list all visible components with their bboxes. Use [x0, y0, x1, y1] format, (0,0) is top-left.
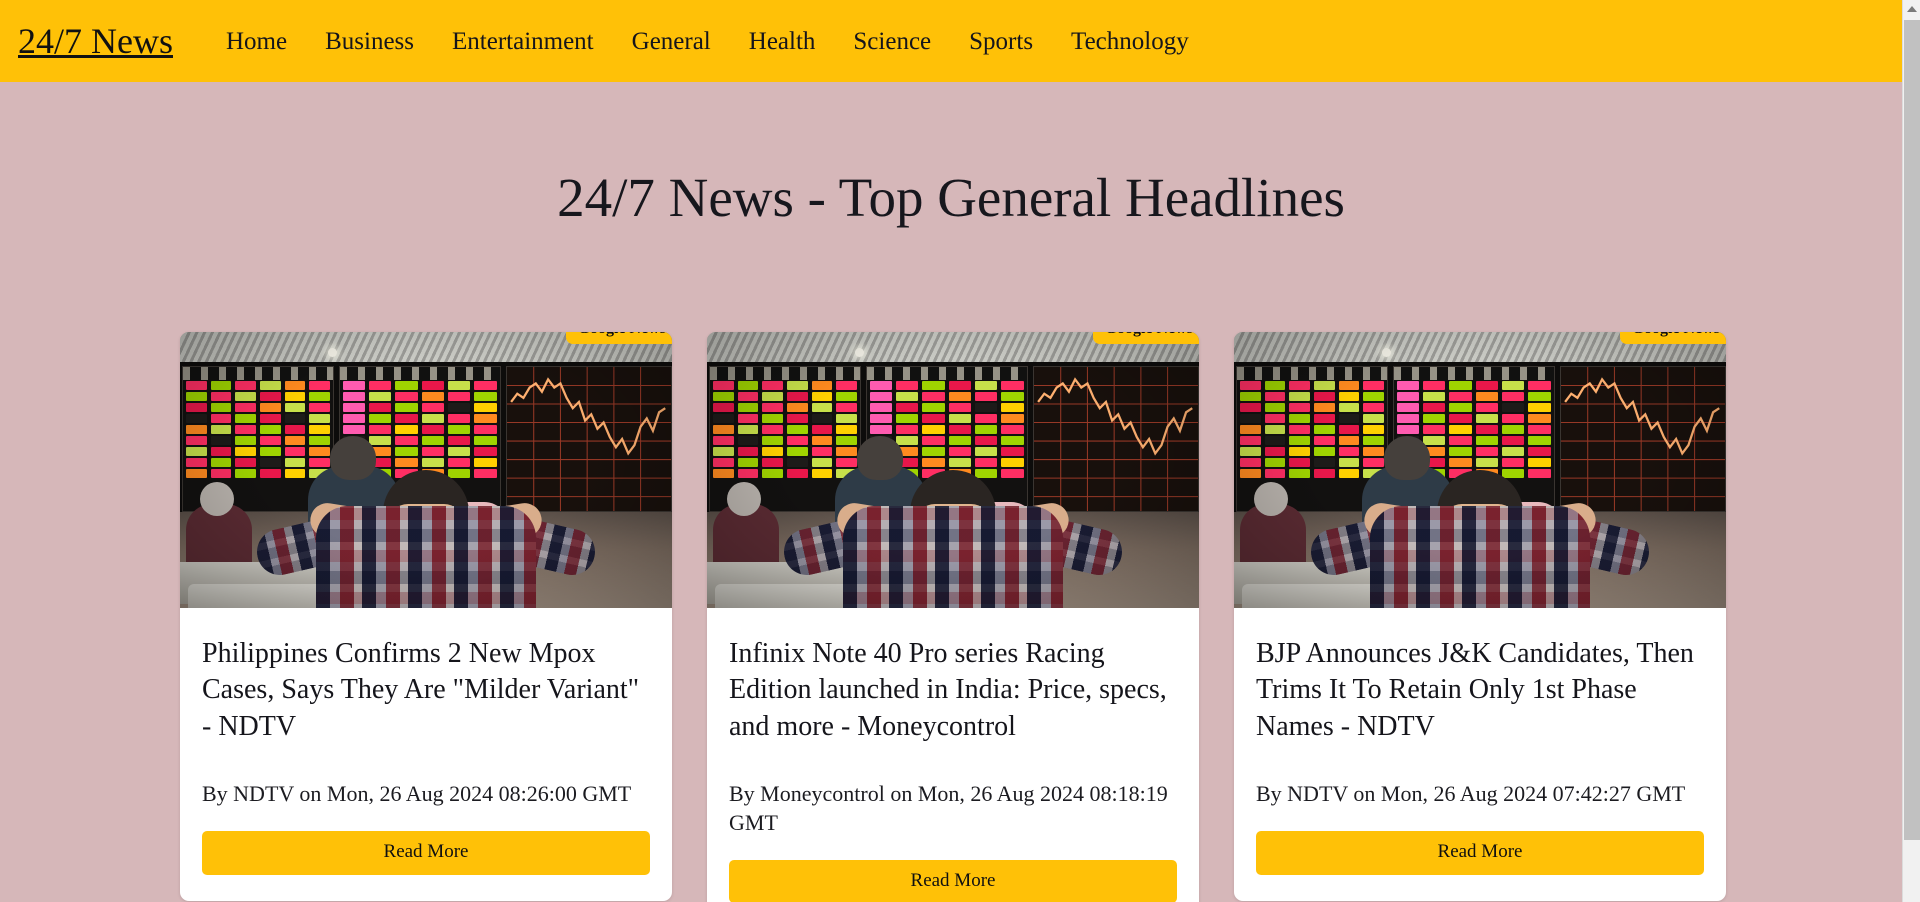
photo-vignette: [1234, 331, 1726, 608]
stock-board-photo: [180, 331, 672, 608]
headlines-card-grid: Google News Philippines Confirms 2 New M…: [0, 331, 1902, 902]
stock-board-photo: [1234, 331, 1726, 608]
nav-link-sports[interactable]: Sports: [950, 28, 1052, 55]
page-scrollbar[interactable]: [1902, 0, 1920, 902]
source-badge: Google News: [565, 331, 672, 344]
nav-item-home: Home: [207, 29, 306, 54]
card-body: Philippines Confirms 2 New Mpox Cases, S…: [180, 608, 672, 901]
nav-link-general[interactable]: General: [613, 28, 730, 55]
scroll-up-arrow-icon[interactable]: [1903, 0, 1920, 18]
card-image: Google News: [180, 331, 672, 608]
photo-vignette: [180, 331, 672, 608]
nav-link-technology[interactable]: Technology: [1052, 28, 1208, 55]
page-viewport: 24/7 News Home Business Entertainment Ge…: [0, 0, 1902, 902]
card-body: Infinix Note 40 Pro series Racing Editio…: [707, 608, 1199, 902]
main-navbar: 24/7 News Home Business Entertainment Ge…: [0, 0, 1902, 82]
nav-link-health[interactable]: Health: [730, 28, 835, 55]
nav-item-business: Business: [306, 29, 433, 54]
nav-item-general: General: [613, 29, 730, 54]
nav-item-technology: Technology: [1052, 29, 1208, 54]
card-image: Google News: [707, 331, 1199, 608]
read-more-button[interactable]: Read More: [202, 830, 650, 875]
read-more-button[interactable]: Read More: [1256, 830, 1704, 875]
nav-link-entertainment[interactable]: Entertainment: [433, 28, 613, 55]
source-badge: Google News: [1619, 331, 1726, 344]
card-image: Google News: [1234, 331, 1726, 608]
read-more-button[interactable]: Read More: [729, 859, 1177, 902]
nav-item-entertainment: Entertainment: [433, 29, 613, 54]
card-body: BJP Announces J&K Candidates, Then Trims…: [1234, 608, 1726, 901]
news-card[interactable]: Google News BJP Announces J&K Candidates…: [1234, 331, 1726, 901]
news-card[interactable]: Google News Infinix Note 40 Pro series R…: [707, 331, 1199, 902]
nav-links-list: Home Business Entertainment General Heal…: [207, 29, 1208, 54]
nav-link-home[interactable]: Home: [207, 28, 306, 55]
scrollbar-thumb[interactable]: [1904, 20, 1920, 840]
card-byline: By NDTV on Mon, 26 Aug 2024 08:26:00 GMT: [202, 781, 632, 807]
nav-link-science[interactable]: Science: [834, 28, 950, 55]
card-headline[interactable]: BJP Announces J&K Candidates, Then Trims…: [1256, 636, 1704, 747]
card-headline[interactable]: Philippines Confirms 2 New Mpox Cases, S…: [202, 636, 650, 747]
photo-vignette: [707, 331, 1199, 608]
source-badge: Google News: [1092, 331, 1199, 344]
nav-item-science: Science: [834, 29, 950, 54]
nav-item-health: Health: [730, 29, 835, 54]
nav-item-sports: Sports: [950, 29, 1052, 54]
page-title: 24/7 News - Top General Headlines: [557, 167, 1345, 228]
nav-link-business[interactable]: Business: [306, 28, 433, 55]
card-byline: By NDTV on Mon, 26 Aug 2024 07:42:27 GMT: [1256, 781, 1686, 807]
stock-board-photo: [707, 331, 1199, 608]
card-headline[interactable]: Infinix Note 40 Pro series Racing Editio…: [729, 636, 1177, 747]
card-byline: By Moneycontrol on Mon, 26 Aug 2024 08:1…: [729, 781, 1168, 835]
site-brand-logo[interactable]: 24/7 News: [18, 23, 173, 59]
news-card[interactable]: Google News Philippines Confirms 2 New M…: [180, 331, 672, 901]
